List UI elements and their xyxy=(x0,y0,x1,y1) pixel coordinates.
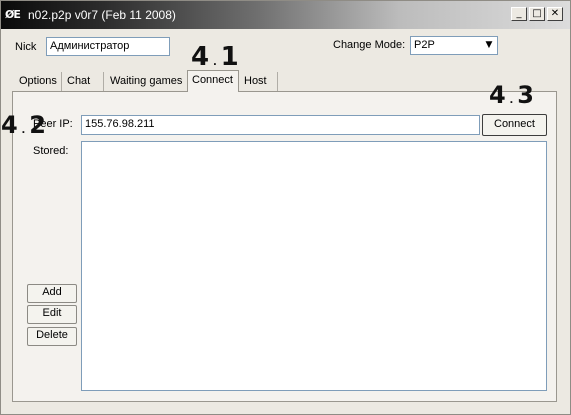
annotation-4-1-minor: 1 xyxy=(220,42,239,72)
stored-peers-list[interactable] xyxy=(81,141,547,391)
chevron-down-icon[interactable]: ▼ xyxy=(482,38,496,53)
minimize-button[interactable]: _ xyxy=(511,7,527,21)
annotation-4-2-dot: . xyxy=(21,125,26,136)
nick-input[interactable]: Администратор xyxy=(46,37,170,56)
annotation-4-3-dot: . xyxy=(509,95,514,106)
annotation-4-3-major: 4 xyxy=(489,81,506,109)
app-logo-icon: ØE xyxy=(5,8,21,21)
connect-button[interactable]: Connect xyxy=(482,114,547,136)
annotation-4-1-major: 4 xyxy=(191,42,210,72)
annotation-4-3-minor: 3 xyxy=(517,81,534,109)
tab-host[interactable]: Host xyxy=(240,72,278,91)
edit-button[interactable]: Edit xyxy=(27,305,77,324)
annotation-4-2-major: 4 xyxy=(1,111,18,139)
annotation-4-3: 4 . 3 xyxy=(489,83,534,107)
tab-chat[interactable]: Chat xyxy=(63,72,104,91)
annotation-4-2-minor: 2 xyxy=(29,111,46,139)
close-button[interactable]: ✕ xyxy=(547,7,563,21)
mode-select[interactable]: P2P ▼ xyxy=(410,36,498,55)
window-title: n02.p2p v0r7 (Feb 11 2008) xyxy=(28,8,176,22)
annotation-4-1-dot: . xyxy=(212,57,217,68)
title-bar[interactable]: ØE n02.p2p v0r7 (Feb 11 2008) _ □ ✕ xyxy=(1,1,570,29)
add-button[interactable]: Add xyxy=(27,284,77,303)
tab-connect[interactable]: Connect xyxy=(187,70,239,92)
maximize-button[interactable]: □ xyxy=(529,7,545,21)
peer-ip-input[interactable]: 155.76.98.211 xyxy=(81,115,480,135)
annotation-4-1: 4 . 1 xyxy=(191,44,239,70)
nick-label: Nick xyxy=(15,41,37,53)
change-mode-label: Change Mode: xyxy=(333,39,406,51)
tab-options[interactable]: Options xyxy=(15,72,62,91)
delete-button[interactable]: Delete xyxy=(27,327,77,346)
stored-label: Stored: xyxy=(33,145,69,157)
annotation-4-2: 4 . 2 xyxy=(1,113,46,137)
tab-waiting-games[interactable]: Waiting games xyxy=(106,72,188,91)
mode-select-value: P2P xyxy=(414,39,435,51)
